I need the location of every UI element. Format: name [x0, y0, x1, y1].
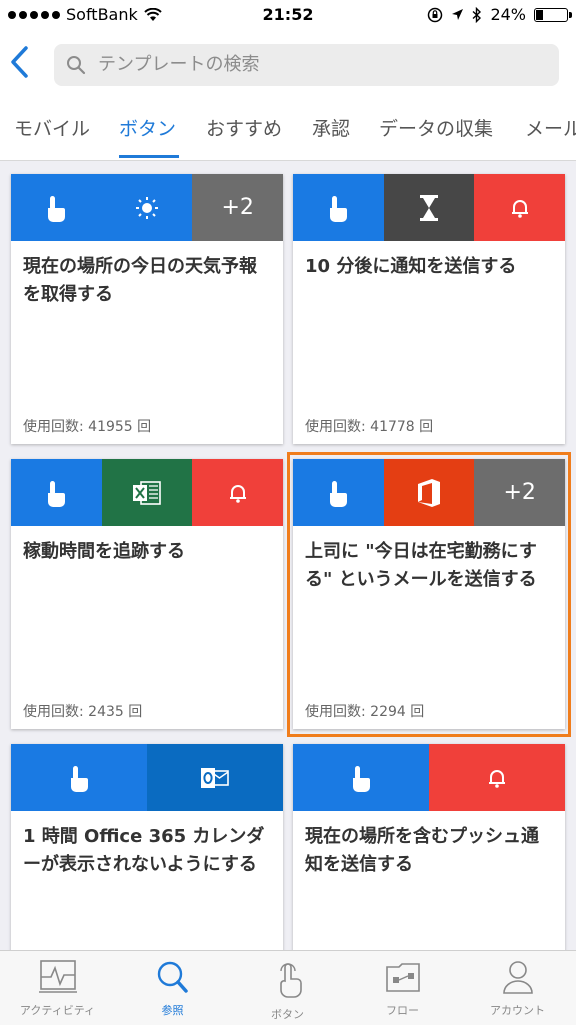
search-icon — [157, 961, 188, 993]
touch-button-icon — [11, 459, 102, 526]
touch-button-icon — [293, 459, 384, 526]
tab-mobile[interactable]: モバイル — [14, 114, 90, 141]
nav-account[interactable]: アカウント — [460, 959, 575, 1018]
card-title: 現在の場所を含むプッシュ通知を送信する — [305, 826, 539, 875]
usage-count: 使用回数: 2435 回 — [23, 704, 143, 720]
touch-button-icon — [293, 744, 429, 811]
search-input[interactable]: テンプレートの検索 — [54, 44, 559, 86]
card-title: 1 時間 Office 365 カレンダーが表示されないようにする — [23, 826, 265, 875]
touch-button-icon — [11, 174, 102, 241]
activity-icon — [38, 960, 77, 993]
bell-icon — [429, 744, 565, 811]
template-card[interactable]: 1 時間 Office 365 カレンダーが表示されないようにする — [11, 744, 283, 958]
more-connectors-badge: +2 — [192, 174, 283, 241]
bell-icon — [192, 459, 283, 526]
search-icon — [67, 56, 86, 75]
category-tabs: モバイル ボタン おすすめ 承認 データの収集 メール — [0, 100, 576, 161]
template-card[interactable]: 現在の場所を含むプッシュ通知を送信する — [293, 744, 565, 958]
nav-browse[interactable]: 参照 — [115, 959, 230, 1018]
back-button[interactable] — [8, 44, 36, 84]
hourglass-icon — [383, 174, 475, 241]
bluetooth-icon — [472, 6, 482, 23]
flow-icon — [385, 963, 420, 992]
office-icon — [383, 459, 475, 526]
more-connectors-badge: +2 — [474, 459, 565, 526]
bell-icon — [474, 174, 565, 241]
battery-icon — [534, 7, 572, 22]
sun-icon — [101, 174, 193, 241]
nav-flows[interactable]: フロー — [345, 959, 460, 1018]
battery-percent: 24% — [490, 5, 526, 24]
usage-count: 使用回数: 41778 回 — [305, 419, 434, 435]
touch-icon — [279, 963, 302, 998]
header: テンプレートの検索 — [0, 30, 576, 100]
tab-data-collection[interactable]: データの収集 — [379, 114, 493, 141]
usage-count: 使用回数: 41955 回 — [23, 419, 152, 435]
outlook-icon — [147, 744, 283, 811]
active-tab-indicator — [119, 155, 179, 158]
tab-email[interactable]: メール — [525, 114, 576, 141]
touch-button-icon — [293, 174, 384, 241]
search-placeholder: テンプレートの検索 — [98, 54, 260, 75]
card-title: 上司に "今日は在宅勤務にする" というメールを送信する — [305, 541, 537, 590]
location-arrow-icon — [452, 9, 464, 20]
account-icon — [502, 961, 533, 994]
orientation-lock-icon — [428, 7, 443, 22]
status-bar: SoftBank 21:52 24% — [0, 0, 576, 30]
excel-icon — [101, 459, 193, 526]
nav-activity[interactable]: アクティビティ — [0, 959, 115, 1018]
touch-button-icon — [11, 744, 147, 811]
tab-button[interactable]: ボタン — [119, 114, 176, 141]
template-card[interactable]: +2 現在の場所の今日の天気予報を取得する 使用回数: 41955 回 — [11, 174, 283, 444]
card-title: 10 分後に通知を送信する — [305, 256, 517, 277]
template-card[interactable]: 10 分後に通知を送信する 使用回数: 41778 回 — [293, 174, 565, 444]
tab-approval[interactable]: 承認 — [312, 114, 350, 141]
usage-count: 使用回数: 2294 回 — [305, 704, 425, 720]
template-card-selected[interactable]: +2 上司に "今日は在宅勤務にする" というメールを送信する 使用回数: 22… — [293, 459, 565, 729]
chevron-left-icon — [11, 46, 28, 78]
nav-buttons[interactable]: ボタン — [230, 959, 345, 1022]
card-title: 稼動時間を追跡する — [23, 541, 185, 562]
bottom-tab-bar: アクティビティ 参照 ボタン フロー アカウント — [0, 950, 576, 1025]
template-card[interactable]: 稼動時間を追跡する 使用回数: 2435 回 — [11, 459, 283, 729]
tab-recommended[interactable]: おすすめ — [206, 114, 282, 141]
card-title: 現在の場所の今日の天気予報を取得する — [23, 256, 257, 305]
